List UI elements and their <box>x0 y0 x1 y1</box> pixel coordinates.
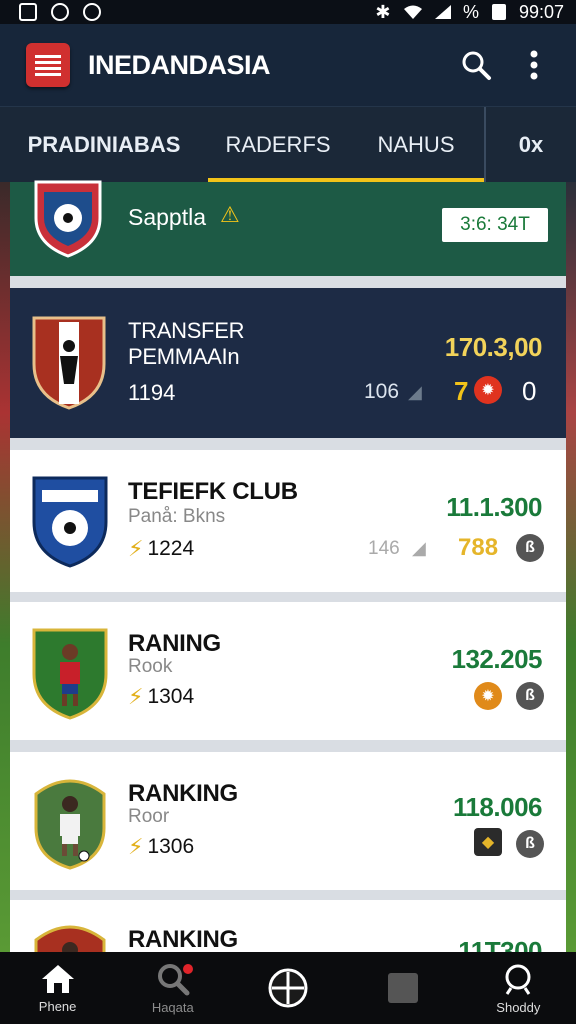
transfer-stat: 106 <box>364 380 400 403</box>
notification-dot <box>182 964 193 974</box>
bolt-icon: ⚡ <box>128 536 144 561</box>
transfer-title-2: PEMMAAIn <box>128 344 240 369</box>
team-rank: ⚡ 1224 <box>128 536 195 561</box>
transfer-crest-icon <box>30 312 108 412</box>
battery-icon <box>489 2 509 22</box>
status-left <box>18 2 102 22</box>
info-badge-icon[interactable]: ß <box>516 682 544 710</box>
featured-name: Sapptla <box>128 204 207 230</box>
transfer-title-1: TRANSFER <box>128 318 245 343</box>
card-divider <box>10 276 566 288</box>
mute-icon: ✱ <box>375 1 391 22</box>
bottom-nav: Phene Haqata Shoddy <box>0 952 576 1024</box>
app-notification-icon <box>50 2 70 22</box>
app-bar: INEDANDASIA <box>0 24 576 106</box>
wifi-icon <box>403 2 423 22</box>
trend-flat-icon: ◢ <box>408 382 422 402</box>
tab-0x[interactable]: 0x <box>486 107 576 183</box>
card-divider <box>10 438 566 450</box>
battery-text: % <box>462 1 479 22</box>
team-sub: Rook <box>128 656 173 677</box>
team-rank: ⚡ 1304 <box>128 684 195 709</box>
info-badge-icon[interactable]: ß <box>516 830 544 858</box>
player-crest-icon <box>30 920 110 952</box>
featured-score-box: 3:6: 34T <box>442 208 548 242</box>
flag-logo-icon[interactable] <box>26 43 70 87</box>
more-vert-icon <box>530 50 538 80</box>
stadium-right-strip <box>566 182 576 952</box>
search-button[interactable] <box>456 45 496 85</box>
status-bar: ✱ % 99:07 <box>0 0 576 24</box>
status-right: ✱ % 99:07 <box>373 2 564 23</box>
shield-badge-icon: ◆ <box>474 828 502 856</box>
transfer-number: 7 <box>454 376 469 406</box>
team-rank: ⚡ 1306 <box>128 834 195 859</box>
card-divider <box>10 890 566 900</box>
list-item[interactable]: TEFIEFK CLUB Panå: Bkns ⚡ 1224 11.1.300 1… <box>10 450 566 592</box>
transfer-extra: 0 <box>522 376 537 406</box>
team-name: RANING <box>128 630 221 657</box>
home-icon <box>41 964 74 993</box>
soccer-ball-icon <box>268 968 308 1008</box>
trend-icon: ◢ <box>412 538 426 558</box>
trophy-icon <box>505 964 531 995</box>
nav-home[interactable]: Phene <box>8 952 108 1024</box>
fire-badge-icon: ✹ <box>474 376 502 404</box>
nav-search-label: Haqata <box>151 999 194 1015</box>
card-divider <box>10 592 566 602</box>
nav-square[interactable] <box>353 952 453 1024</box>
nav-search[interactable]: Haqata <box>123 952 223 1024</box>
team-score: 11.1.300 <box>446 492 542 522</box>
app-title: INEDANDASIA <box>88 49 271 80</box>
gallery-notification-icon <box>18 2 38 22</box>
transfer-card[interactable]: TRANSFER PEMMAAIn 1194 170.3,00 106 ◢ 7 … <box>10 288 566 438</box>
bolt-icon: ⚡ <box>128 684 144 709</box>
team-score: 118.006 <box>452 792 543 822</box>
team-sub: Panå: Bkns <box>128 506 226 527</box>
tab-nahus[interactable]: NAHUS <box>348 106 486 183</box>
team-score: 11T300 <box>458 936 542 952</box>
player-crest-icon <box>30 774 110 870</box>
team-name: RANKING <box>128 780 238 807</box>
info-badge-icon[interactable]: ß <box>516 534 544 562</box>
more-options-button[interactable] <box>514 45 554 85</box>
clock: 99:07 <box>518 1 564 22</box>
bolt-icon: ⚡ <box>128 834 144 859</box>
list-item[interactable]: RANING Rook ⚡ 1304 132.205 ✹ ß <box>10 602 566 740</box>
team-name: RANKING <box>128 926 238 952</box>
team-sub: Roor <box>128 806 170 827</box>
team-number: 788 <box>458 534 499 561</box>
tab-bar: PRADINIABAS RADERFS NAHUS 0x <box>0 106 576 183</box>
transfer-score: 170.3,00 <box>444 332 543 362</box>
nav-home-label: Phene <box>38 998 77 1014</box>
tab-raderfs[interactable]: RADERFS <box>208 107 486 183</box>
list-item[interactable]: RANKING Roor ⚡ 1306 118.006 ◆ ß <box>10 752 566 890</box>
signal-icon <box>433 2 453 22</box>
stadium-left-strip <box>0 182 10 952</box>
card-divider <box>10 740 566 752</box>
transfer-rank: 1194 <box>128 380 176 405</box>
soccer-notification-icon <box>82 2 102 22</box>
fire-badge-icon: ✹ <box>474 682 502 710</box>
nav-trophy-label: Shoddy <box>496 999 541 1015</box>
team-stat: 146 <box>368 538 400 559</box>
list-item[interactable]: RANKING 11T300 <box>10 900 566 952</box>
team-name: TEFIEFK CLUB <box>128 478 298 505</box>
warning-icon: ⚠ <box>220 202 240 227</box>
featured-crest-icon <box>32 178 104 258</box>
club-crest-icon <box>30 472 110 568</box>
team-score: 132.205 <box>451 644 543 674</box>
featured-card[interactable]: Sapptla ⚠ 3:6: 34T <box>10 180 566 276</box>
player-crest-icon <box>30 624 110 720</box>
nav-ball[interactable] <box>238 952 338 1024</box>
nav-trophy[interactable]: Shoddy <box>468 952 568 1024</box>
square-icon <box>388 973 419 1003</box>
tab-pradiniabas[interactable]: PRADINIABAS <box>0 107 208 183</box>
search-icon <box>462 51 491 80</box>
